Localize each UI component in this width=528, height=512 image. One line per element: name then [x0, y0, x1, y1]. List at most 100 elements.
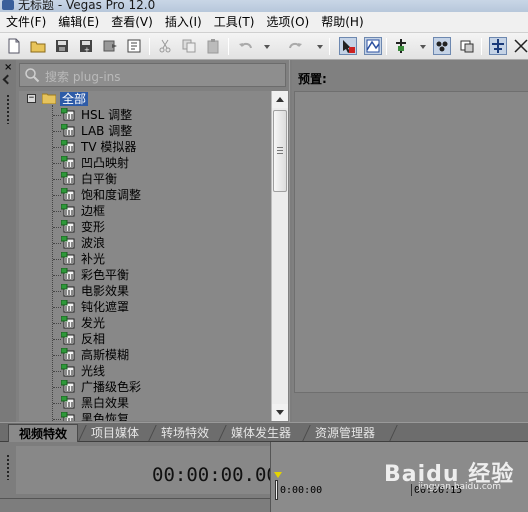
tree-item[interactable]: LAB 调整 [19, 123, 271, 139]
tree-item[interactable]: 钝化遮罩 [19, 299, 271, 315]
tree-item[interactable]: 补光 [19, 251, 271, 267]
tree-item-label: 补光 [81, 252, 106, 266]
scroll-thumb[interactable] [273, 110, 287, 192]
tree-item-label: 凹凸映射 [81, 156, 130, 170]
tree-item[interactable]: 发光 [19, 315, 271, 331]
tab-media-generators[interactable]: 媒体发生器 [221, 424, 306, 442]
tree-item[interactable]: 反相 [19, 331, 271, 347]
copy-icon[interactable] [180, 37, 198, 55]
menu-bar: 文件(F) 编辑(E) 查看(V) 插入(I) 工具(T) 选项(O) 帮助(H… [0, 12, 528, 33]
undo-dropdown-icon[interactable] [264, 45, 270, 49]
pin-icon[interactable] [2, 74, 13, 85]
tree-item[interactable]: 变形 [19, 219, 271, 235]
toolbar-separator [329, 38, 330, 55]
render-icon[interactable] [101, 37, 119, 55]
plugin-icon [61, 156, 75, 169]
crossfade-icon[interactable] [512, 37, 528, 55]
tree-item[interactable]: 边框 [19, 203, 271, 219]
menu-edit[interactable]: 编辑(E) [52, 12, 105, 33]
tree-root-all[interactable]: − 全部 [19, 91, 271, 107]
envelope-tool-icon[interactable] [364, 37, 382, 55]
drag-handle[interactable] [7, 94, 9, 124]
tree-item-label: 钝化遮罩 [81, 300, 130, 314]
tree-connector [53, 147, 61, 148]
tab-explorer[interactable]: 资源管理器 [305, 424, 395, 442]
window-title: 无标题 - Vegas Pro 12.0 [18, 0, 156, 12]
menu-insert[interactable]: 插入(I) [159, 12, 208, 33]
snapping-icon[interactable] [392, 37, 410, 55]
tree-item[interactable]: 彩色平衡 [19, 267, 271, 283]
ignore-grouping-icon[interactable] [489, 37, 507, 55]
menu-view[interactable]: 查看(V) [105, 12, 159, 33]
save-as-icon[interactable]: + [77, 37, 95, 55]
tree-item[interactable]: 电影效果 [19, 283, 271, 299]
menu-tools[interactable]: 工具(T) [208, 12, 261, 33]
collapse-icon[interactable]: − [27, 94, 36, 103]
plugin-icon [61, 348, 75, 361]
plugin-icon [61, 332, 75, 345]
open-folder-icon[interactable] [29, 37, 47, 55]
scroll-up-button[interactable] [272, 91, 288, 108]
plugin-icon [61, 172, 75, 185]
timeline-cursor[interactable] [275, 480, 278, 500]
tree-item[interactable]: 高斯模糊 [19, 347, 271, 363]
plugin-icon [61, 396, 75, 409]
new-file-icon[interactable] [5, 37, 23, 55]
timeline-drag-handle[interactable] [7, 454, 9, 480]
tree-connector [53, 179, 61, 180]
normal-edit-tool-icon[interactable] [339, 37, 357, 55]
tab-project-media[interactable]: 项目媒体 [81, 424, 151, 442]
tab-transitions[interactable]: 转场特效 [151, 424, 221, 442]
cut-icon[interactable] [156, 37, 174, 55]
plugin-icon [61, 236, 75, 249]
tree-connector [53, 403, 61, 404]
tree-item-label: 波浪 [81, 236, 106, 250]
plugin-icon [61, 108, 75, 121]
auto-ripple-icon[interactable] [433, 37, 451, 55]
ruler-label-start: 0:00:00 [280, 485, 323, 496]
properties-icon[interactable] [125, 37, 143, 55]
tree-connector [53, 195, 61, 196]
redo-icon[interactable] [286, 37, 304, 55]
timecode-display: 00:00:00.00 [152, 464, 278, 486]
plugin-icon [61, 268, 75, 281]
tree-connector [53, 291, 61, 292]
folder-icon [42, 93, 56, 104]
redo-dropdown-icon[interactable] [317, 45, 323, 49]
scroll-down-button[interactable] [272, 404, 288, 421]
panel-divider[interactable] [289, 60, 292, 422]
menu-help[interactable]: 帮助(H) [315, 12, 369, 33]
save-icon[interactable] [53, 37, 71, 55]
tree-item[interactable]: HSL 调整 [19, 107, 271, 123]
tree-item[interactable]: 凹凸映射 [19, 155, 271, 171]
preset-preview-area[interactable] [294, 91, 528, 393]
snapping-dropdown-icon[interactable] [420, 45, 426, 49]
tab-video-fx[interactable]: 视频特效 [8, 424, 78, 442]
tree-connector [53, 115, 61, 116]
svg-text:+: + [84, 46, 90, 54]
undo-icon[interactable] [237, 37, 255, 55]
menu-options[interactable]: 选项(O) [260, 12, 315, 33]
plugin-icon [61, 124, 75, 137]
toolbar-separator [149, 38, 150, 55]
close-window-icon[interactable]: × [4, 62, 12, 73]
plugin-icon [61, 412, 75, 421]
tree-item[interactable]: 黑色恢复 [19, 411, 271, 421]
tree-item[interactable]: 饱和度调整 [19, 187, 271, 203]
tree-item[interactable]: 黑白效果 [19, 395, 271, 411]
tree-item[interactable]: 光线 [19, 363, 271, 379]
tree-connector [53, 275, 61, 276]
tree-item[interactable]: 白平衡 [19, 171, 271, 187]
lock-envelopes-icon[interactable] [458, 37, 476, 55]
tree-connector [53, 339, 61, 340]
tree-scrollbar[interactable] [271, 91, 288, 421]
plugin-search-input[interactable]: 搜索 plug-ins [19, 63, 286, 87]
playhead-marker[interactable] [274, 472, 282, 478]
plugin-icon [61, 364, 75, 377]
tree-item-label: 白平衡 [81, 172, 118, 186]
tree-item[interactable]: 广播级色彩 [19, 379, 271, 395]
tree-item[interactable]: TV 模拟器 [19, 139, 271, 155]
tree-item[interactable]: 波浪 [19, 235, 271, 251]
paste-icon[interactable] [204, 37, 222, 55]
menu-file[interactable]: 文件(F) [0, 12, 52, 33]
